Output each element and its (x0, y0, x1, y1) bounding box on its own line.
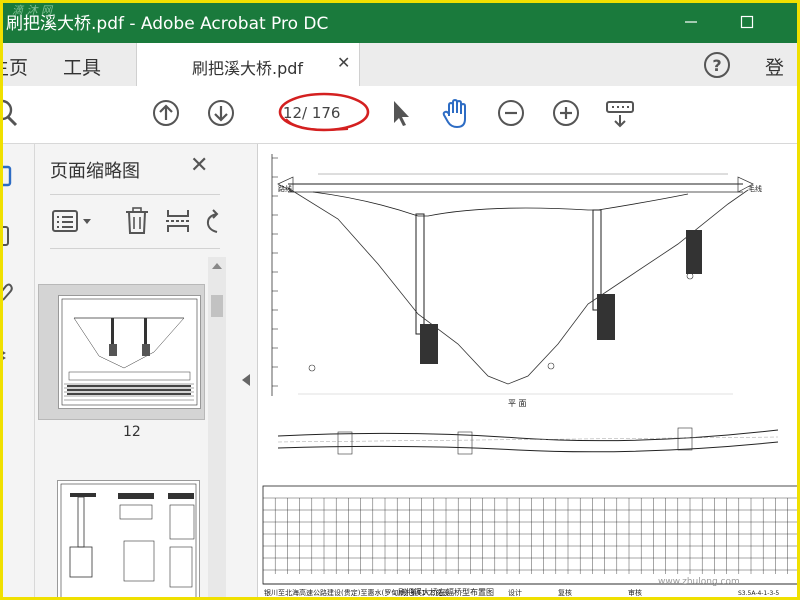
site-watermark: 滴 沐 网 (12, 4, 52, 17)
minimize-button[interactable] (668, 0, 714, 43)
tab-bar: 主页 工具 刷把溪大桥.pdf ✕ ? 登录 (0, 43, 800, 106)
search-icon[interactable] (0, 98, 22, 128)
thumbnail-scrollbar[interactable] (208, 257, 226, 600)
window-title: 刷把溪大桥.pdf - Adobe Acrobat Pro DC (6, 14, 329, 34)
navigation-rail (0, 144, 35, 600)
attachments-icon[interactable] (0, 280, 16, 306)
thumbnail-page-number: 12 (123, 424, 141, 440)
rotate-page-icon[interactable] (203, 208, 223, 236)
tab-document-label: 刷把溪大桥.pdf (192, 59, 304, 78)
drawing-number: S3.5A-4-1-3-5 (738, 590, 779, 597)
zhulong-watermark: www.zhulong.com (658, 577, 740, 587)
bridge-drawing: 路线 毛线 平 面 银川至北海高速公路建设(贵定)至惠水(罗甸)段 第T1-二施… (262, 154, 799, 597)
tab-document[interactable]: 刷把溪大桥.pdf ✕ (136, 43, 360, 87)
tab-tools[interactable]: 工具 (63, 53, 101, 80)
red-annotation-ellipse (278, 92, 370, 132)
help-icon[interactable]: ? (703, 51, 731, 79)
next-page-icon[interactable] (206, 98, 236, 128)
keyboard-scroll-icon[interactable] (604, 98, 636, 130)
minimize-icon (685, 20, 697, 23)
toolbar: 12 / 176 (0, 86, 800, 144)
close-panel-icon[interactable]: ✕ (190, 153, 208, 178)
page-thumbnail[interactable] (57, 480, 200, 600)
delete-page-icon[interactable] (123, 206, 151, 236)
acrobat-window: 刷把溪大桥.pdf - Adobe Acrobat Pro DC 滴 沐 网 主… (0, 0, 800, 600)
maximize-button[interactable] (724, 0, 770, 43)
thumbnail-drawing (61, 298, 198, 406)
hand-tool-icon[interactable] (440, 98, 472, 130)
maximize-icon (740, 15, 754, 28)
previous-page-icon[interactable] (151, 98, 181, 128)
panel-collapse-strip (235, 144, 258, 600)
collapse-panel-icon[interactable] (240, 372, 252, 388)
tab-home[interactable]: 主页 (0, 53, 28, 80)
scrollbar-thumb[interactable] (211, 295, 223, 317)
design-label: 设计 (508, 588, 522, 597)
panel-divider (50, 248, 220, 249)
page-thumbnails-icon[interactable] (0, 164, 16, 190)
title-bar: 刷把溪大桥.pdf - Adobe Acrobat Pro DC 滴 沐 网 (0, 0, 800, 43)
thumbnail-drawing (60, 483, 197, 600)
scroll-up-icon[interactable] (211, 261, 223, 271)
layers-icon[interactable] (0, 340, 16, 366)
page-thumbnails-panel: 页面缩略图 ✕ 12 (35, 144, 235, 600)
svg-text:?: ? (712, 56, 721, 75)
bookmarks-icon[interactable] (0, 224, 16, 250)
review-label: 审核 (628, 588, 642, 597)
plan-label: 平 面 (508, 399, 527, 408)
extract-page-icon[interactable] (164, 206, 192, 236)
select-tool-icon[interactable] (389, 98, 413, 128)
panel-title: 页面缩略图 (50, 161, 140, 182)
zoom-out-icon[interactable] (496, 98, 526, 128)
page-thumbnail-selected[interactable] (38, 284, 205, 420)
drawing-title: 刷把溪大桥左幅桥型布置图 (398, 587, 494, 597)
document-view: 路线 毛线 平 面 银川至北海高速公路建设(贵定)至惠水(罗甸)段 第T1-二施… (258, 144, 800, 600)
check-label: 复核 (558, 588, 572, 597)
panel-divider (50, 194, 220, 195)
zoom-in-icon[interactable] (551, 98, 581, 128)
thumbnail-options-icon[interactable] (51, 208, 93, 234)
close-tab-icon[interactable]: ✕ (337, 53, 350, 72)
